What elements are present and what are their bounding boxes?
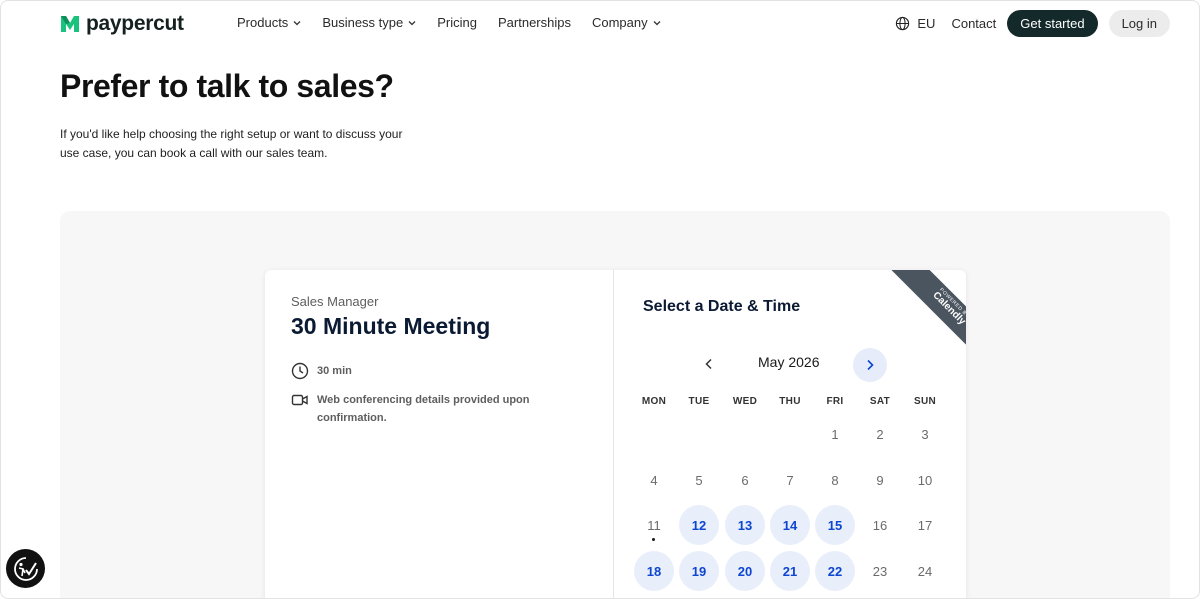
accessibility-button[interactable] [6, 549, 45, 588]
calendar-day-available[interactable]: 20 [725, 551, 765, 591]
chevron-down-icon [653, 20, 661, 25]
login-button[interactable]: Log in [1108, 10, 1170, 37]
get-started-button[interactable]: Get started [1007, 10, 1098, 37]
duration-text: 30 min [317, 365, 352, 377]
top-navigation: paypercut Products Business type Pricing… [1, 1, 1199, 47]
menu-label: Company [591, 15, 648, 30]
menu-label: Products [237, 15, 289, 30]
calendar-day-available[interactable]: 21 [770, 551, 810, 591]
calendar-day-available[interactable]: 12 [679, 505, 719, 545]
event-details: Sales Manager 30 Minute Meeting 30 min W… [265, 270, 614, 598]
calendar-day: 11 [634, 505, 674, 545]
weekday-header: THU [779, 396, 801, 407]
clock-icon [291, 362, 309, 380]
meeting-title: 30 Minute Meeting [291, 313, 491, 339]
locale-label: EU [917, 16, 936, 31]
calendar-day: 7 [786, 472, 794, 488]
previous-month-button[interactable] [696, 351, 722, 377]
calendar-day-available[interactable]: 13 [725, 505, 765, 545]
calendar-day: 10 [917, 472, 933, 488]
calendar-day: 4 [650, 472, 658, 488]
weekday-header: WED [732, 396, 758, 407]
menu-label: Business type [322, 15, 404, 30]
page-title: Prefer to talk to sales? [60, 68, 394, 104]
calendar-day-available[interactable]: 15 [815, 505, 855, 545]
next-month-button[interactable] [853, 348, 887, 382]
date-picker-title: Select a Date & Time [643, 298, 801, 315]
calendar-day: 6 [741, 472, 749, 488]
nav-actions: EU Contact Get started Log in [895, 10, 1170, 37]
location-text: Web conferencing details provided upon c… [317, 394, 530, 424]
host-name: Sales Manager [291, 294, 379, 309]
logo-text: paypercut [86, 12, 184, 35]
contact-link[interactable]: Contact [951, 16, 996, 31]
today-indicator [652, 538, 655, 541]
calendar-day: 17 [917, 517, 933, 533]
calendar-day: 9 [876, 472, 884, 488]
date-picker: Select a Date & Time POWERED BY Calendly… [615, 270, 966, 598]
menu-partnerships[interactable]: Partnerships [498, 15, 571, 30]
weekday-header: SUN [913, 396, 936, 407]
menu-label: Pricing [437, 15, 477, 30]
accessibility-icon [13, 556, 38, 581]
calendar-day: 16 [872, 517, 888, 533]
calendar-day: 1 [831, 426, 839, 442]
menu-business-type[interactable]: Business type [322, 15, 416, 30]
locale-selector[interactable]: EU [895, 16, 935, 31]
calendly-widget: Sales Manager 30 Minute Meeting 30 min W… [265, 270, 966, 598]
weekday-header: MON [641, 396, 667, 407]
calendar-day: 3 [921, 426, 929, 442]
menu-label: Partnerships [498, 15, 571, 30]
weekday-header: FRI [826, 396, 844, 407]
hero-description: If you'd like help choosing the right se… [60, 127, 403, 160]
weekday-header: SAT [869, 396, 891, 407]
chevron-left-icon [705, 358, 712, 370]
logo-link[interactable]: paypercut [60, 12, 184, 36]
globe-icon [896, 16, 910, 31]
calendar-day-available[interactable]: 19 [679, 551, 719, 591]
video-camera-icon [291, 394, 308, 406]
chevron-right-icon [867, 359, 874, 371]
browser-frame: paypercut Products Business type Pricing… [0, 0, 1200, 599]
chevron-down-icon [408, 20, 416, 25]
main-menu: Products Business type Pricing Partnersh… [237, 15, 661, 30]
calendar-day-available[interactable]: 22 [815, 551, 855, 591]
calendar-day: 24 [917, 563, 933, 579]
current-month: May 2026 [758, 354, 820, 370]
menu-products[interactable]: Products [237, 15, 301, 30]
calendar-day: 5 [695, 472, 703, 488]
paypercut-logo-icon [61, 16, 79, 32]
menu-pricing[interactable]: Pricing [437, 15, 477, 30]
menu-company[interactable]: Company [592, 15, 661, 30]
calendar-day: 8 [831, 472, 839, 488]
location-row: Web conferencing details provided upon c… [291, 391, 561, 427]
calendar-day-available[interactable]: 18 [634, 551, 674, 591]
calendar-day: 23 [872, 563, 888, 579]
calendar-day-available[interactable]: 14 [770, 505, 810, 545]
weekday-header: TUE [688, 396, 710, 407]
calendar-day: 2 [876, 426, 884, 442]
month-navigation: May 2026 [615, 348, 966, 382]
chevron-down-icon [293, 20, 301, 25]
duration-row: 30 min [291, 362, 352, 380]
